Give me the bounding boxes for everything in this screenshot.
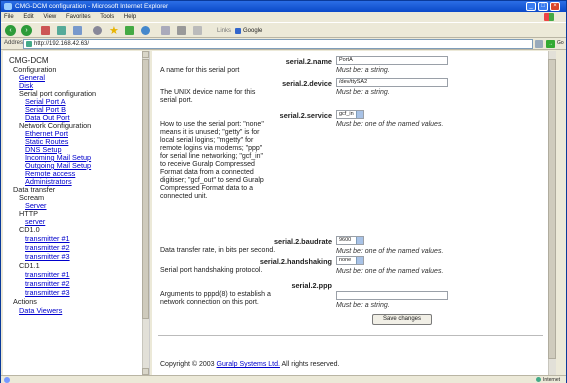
chevron-down-icon: [356, 257, 363, 264]
nav-link-cd11-t2[interactable]: transmitter #2: [25, 280, 70, 288]
menu-view[interactable]: View: [43, 14, 56, 20]
maximize-button[interactable]: □: [538, 2, 548, 11]
google-icon: [235, 27, 241, 34]
media-icon[interactable]: [125, 26, 134, 35]
field-device-label: serial.2.device: [282, 79, 332, 88]
field-service-desc: How to use the serial port: "none" means…: [160, 121, 264, 200]
favorites-icon[interactable]: ★: [109, 25, 119, 37]
field-baudrate-hint: Must be: one of the named values.: [336, 248, 444, 255]
address-bar: Address http://192.168.42.63/ → Go: [1, 38, 566, 50]
browser-window: CMG-DCM configuration - Microsoft Intern…: [0, 0, 567, 383]
field-device-desc: The UNIX device name for this serial por…: [160, 89, 256, 104]
menu-edit[interactable]: Edit: [23, 14, 33, 20]
edit-icon[interactable]: [193, 26, 202, 35]
chevron-down-icon: [356, 237, 363, 244]
status-bar: Internet: [1, 375, 566, 383]
home-icon[interactable]: [73, 26, 82, 35]
windows-logo-icon: [544, 13, 554, 21]
field-service-hint: Must be: one of the named values.: [336, 121, 444, 128]
google-link[interactable]: Google: [243, 28, 262, 34]
serial-service-select[interactable]: gcf_in: [336, 110, 364, 119]
content-scrollbar[interactable]: [548, 51, 556, 375]
field-handshaking-hint: Must be: one of the named values.: [336, 268, 444, 275]
serial-baudrate-select[interactable]: 9600: [336, 236, 364, 245]
serial-name-input[interactable]: PortA: [336, 56, 448, 65]
serial-handshaking-select[interactable]: none: [336, 256, 364, 265]
menu-file[interactable]: File: [4, 14, 14, 20]
security-zone: Internet: [536, 376, 560, 383]
nav-scrollbar[interactable]: [142, 51, 149, 375]
window-title: CMG-DCM configuration - Microsoft Intern…: [15, 3, 169, 10]
field-service-label: serial.2.service: [279, 111, 332, 120]
nav-link-cd10-t3[interactable]: transmitter #3: [25, 253, 70, 261]
go-button[interactable]: →: [546, 40, 555, 48]
links-label[interactable]: Links: [217, 25, 231, 36]
toolbar: ‹ › ★ Links Google: [1, 22, 566, 38]
forward-icon[interactable]: ›: [21, 25, 32, 36]
go-label[interactable]: Go: [557, 40, 564, 46]
field-ppp-desc: Arguments to pppd(8) to establish a netw…: [160, 291, 271, 306]
nav-link-cd10-t2[interactable]: transmitter #2: [25, 244, 70, 252]
mail-icon[interactable]: [161, 26, 170, 35]
field-name-desc: A name for this serial port: [160, 67, 240, 74]
field-device-hint: Must be: a string.: [336, 89, 390, 96]
minimize-button[interactable]: _: [526, 2, 536, 11]
nav-cd11: CD1.1: [19, 261, 40, 270]
copyright: Copyright © 2003 Guralp Systems Ltd. All…: [160, 361, 340, 368]
field-baudrate-label: serial.2.baudrate: [274, 237, 332, 246]
print-icon[interactable]: [177, 26, 186, 35]
address-dropdown-button[interactable]: [535, 40, 543, 48]
stop-icon[interactable]: [41, 26, 50, 35]
page-icon: [26, 41, 32, 47]
nav-link-cd11-t3[interactable]: transmitter #3: [25, 289, 70, 297]
field-baudrate-desc: Data transfer rate, in bits per second.: [160, 247, 276, 254]
field-name-hint: Must be: a string.: [336, 67, 390, 74]
chevron-down-icon: [356, 111, 363, 118]
nav-actions: Actions: [13, 297, 37, 306]
field-handshaking-desc: Serial port handshaking protocol.: [160, 267, 263, 274]
back-icon[interactable]: ‹: [5, 25, 16, 36]
title-bar: CMG-DCM configuration - Microsoft Intern…: [1, 1, 566, 12]
ie-logo-icon: [4, 3, 12, 10]
guralp-link[interactable]: Guralp Systems Ltd.: [217, 361, 280, 368]
refresh-icon[interactable]: [57, 26, 66, 35]
divider: [158, 335, 543, 336]
field-ppp-label: serial.2.ppp: [291, 281, 332, 290]
page-status-icon: [4, 377, 10, 383]
nav-scroll-thumb[interactable]: [142, 59, 149, 319]
nav-scroll-down-icon[interactable]: [142, 368, 149, 375]
field-ppp-hint: Must be: a string.: [336, 302, 390, 309]
address-input[interactable]: http://192.168.42.63/: [23, 39, 533, 49]
nav-frame: CMG-DCM Configuration General Disk Seria…: [3, 51, 150, 375]
nav-link-data-viewers[interactable]: Data Viewers: [19, 307, 62, 315]
globe-icon: [536, 377, 542, 383]
serial-device-input[interactable]: /dev/ttySA2: [336, 78, 448, 87]
menu-bar: File Edit View Favorites Tools Help: [1, 12, 566, 22]
menu-favorites[interactable]: Favorites: [66, 14, 91, 20]
close-button[interactable]: ×: [550, 2, 560, 11]
menu-tools[interactable]: Tools: [100, 14, 114, 20]
save-changes-button[interactable]: Save changes: [372, 314, 432, 325]
content-scroll-thumb[interactable]: [548, 59, 556, 359]
nav-link-cd10-t1[interactable]: transmitter #1: [25, 235, 70, 243]
menu-help[interactable]: Help: [124, 14, 136, 20]
nav-root: CMG-DCM: [9, 56, 49, 65]
nav-cd10: CD1.0: [19, 225, 40, 234]
nav-link-cd11-t1[interactable]: transmitter #1: [25, 271, 70, 279]
history-icon[interactable]: [141, 26, 150, 35]
field-handshaking-label: serial.2.handshaking: [259, 257, 332, 266]
search-icon[interactable]: [93, 26, 102, 35]
nav-scroll-up-icon[interactable]: [142, 51, 149, 58]
field-name-label: serial.2.name: [285, 57, 332, 66]
serial-ppp-input[interactable]: [336, 291, 448, 300]
content-frame: serial.2.name PortA A name for this seri…: [152, 51, 556, 375]
